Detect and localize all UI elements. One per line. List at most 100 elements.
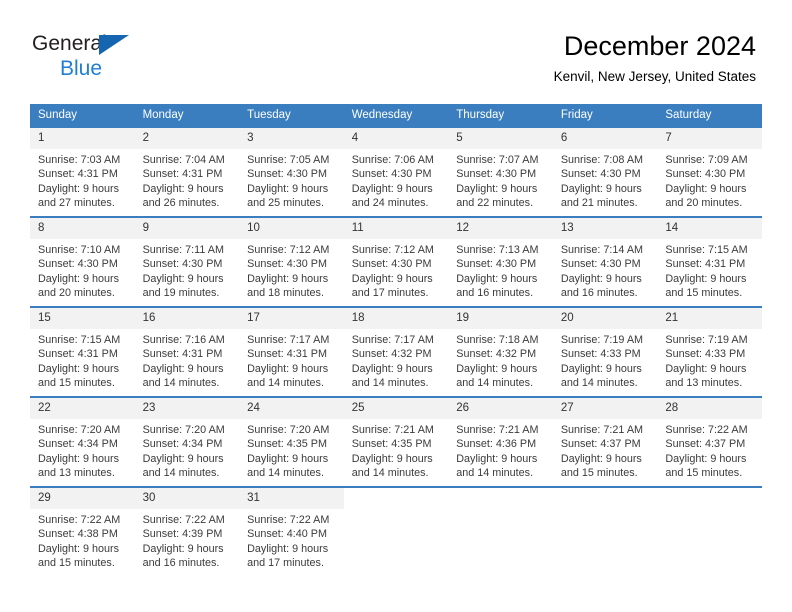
sunset-time: Sunset: 4:39 PM xyxy=(142,528,223,541)
calendar-day-cell[interactable]: 7 Sunrise: 7:09 AM Sunset: 4:30 PM Daylight… xyxy=(657,126,762,217)
sunset-time: Sunset: 4:38 PM xyxy=(38,528,118,541)
calendar-day-cell[interactable]: 18 Sunrise: 7:17 AM Sunset: 4:32 PM Dayligh… xyxy=(343,306,449,397)
page-subtitle: Kenvil, New Jersey, United States xyxy=(553,69,756,84)
day-number: 19 xyxy=(448,308,553,329)
calendar-day-cell[interactable]: 8 Sunrise: 7:10 AM Sunset: 4:30 PM Daylight… xyxy=(30,216,135,307)
day-number: 28 xyxy=(657,398,762,419)
calendar-day-cell[interactable]: 27 Sunrise: 7:21 AM Sunset: 4:37 PM Dayligh… xyxy=(552,396,658,487)
daylight-duration-line2: and 15 minutes. xyxy=(38,556,115,569)
calendar-day-cell[interactable]: 17 Sunrise: 7:17 AM Sunset: 4:31 PM Dayligh… xyxy=(239,306,344,397)
calendar-day-cell[interactable]: 12 Sunrise: 7:13 AM Sunset: 4:30 PM Dayligh… xyxy=(448,216,553,307)
sunrise-time: Sunrise: 7:21 AM xyxy=(456,424,539,436)
sunrise-time: Sunrise: 7:20 AM xyxy=(38,424,121,436)
daylight-duration-line2: and 15 minutes. xyxy=(560,466,638,479)
daylight-duration-line1: Daylight: 9 hours xyxy=(456,362,538,375)
calendar-day-cell[interactable]: 5 Sunrise: 7:07 AM Sunset: 4:30 PM Daylight… xyxy=(448,126,553,217)
day-number: 23 xyxy=(134,398,240,419)
weekday-header-sunday: Sunday xyxy=(30,104,135,127)
weekday-header-friday: Friday xyxy=(552,104,658,127)
sunset-time: Sunset: 4:35 PM xyxy=(351,438,432,451)
calendar-cell-empty xyxy=(552,486,658,576)
day-number xyxy=(343,488,449,509)
sunrise-time: Sunrise: 7:15 AM xyxy=(665,244,748,256)
calendar-day-cell[interactable]: 21 Sunrise: 7:19 AM Sunset: 4:33 PM Dayligh… xyxy=(657,306,762,397)
sunset-time: Sunset: 4:30 PM xyxy=(142,258,223,271)
daylight-duration-line1: Daylight: 9 hours xyxy=(38,182,120,195)
calendar-day-cell[interactable]: 25 Sunrise: 7:21 AM Sunset: 4:35 PM Dayligh… xyxy=(343,396,449,487)
calendar-day-cell[interactable]: 22 Sunrise: 7:20 AM Sunset: 4:34 PM Dayligh… xyxy=(30,396,135,487)
calendar-day-cell[interactable]: 20 Sunrise: 7:19 AM Sunset: 4:33 PM Dayligh… xyxy=(552,306,658,397)
day-sun-info: Sunrise: 7:10 AM Sunset: 4:30 PM Daylight:… xyxy=(30,239,135,300)
daylight-duration-line1: Daylight: 9 hours xyxy=(142,362,224,375)
calendar-day-cell[interactable]: 28 Sunrise: 7:22 AM Sunset: 4:37 PM Dayligh… xyxy=(657,396,762,487)
calendar-header-row: Sunday Monday Tuesday Wednesday Thursday… xyxy=(30,104,762,127)
day-number: 11 xyxy=(343,218,449,239)
daylight-duration-line1: Daylight: 9 hours xyxy=(665,362,747,375)
calendar-day-cell[interactable]: 14 Sunrise: 7:15 AM Sunset: 4:31 PM Dayligh… xyxy=(657,216,762,307)
daylight-duration-line2: and 16 minutes. xyxy=(560,286,638,299)
calendar-day-cell[interactable]: 13 Sunrise: 7:14 AM Sunset: 4:30 PM Dayligh… xyxy=(552,216,658,307)
sunset-time: Sunset: 4:37 PM xyxy=(665,438,746,451)
sunrise-time: Sunrise: 7:12 AM xyxy=(247,244,330,256)
daylight-duration-line1: Daylight: 9 hours xyxy=(142,272,224,285)
daylight-duration-line1: Daylight: 9 hours xyxy=(560,362,642,375)
sunrise-time: Sunrise: 7:12 AM xyxy=(351,244,434,256)
calendar-day-cell[interactable]: 2 Sunrise: 7:04 AM Sunset: 4:31 PM Daylight… xyxy=(134,126,240,217)
daylight-duration-line1: Daylight: 9 hours xyxy=(456,272,538,285)
day-cell-inner: 2 Sunrise: 7:04 AM Sunset: 4:31 PM Daylight… xyxy=(134,128,240,216)
day-number: 7 xyxy=(657,128,762,149)
calendar-week-row: 8 Sunrise: 7:10 AM Sunset: 4:30 PM Daylight… xyxy=(30,216,762,307)
calendar-day-cell[interactable]: 10 Sunrise: 7:12 AM Sunset: 4:30 PM Dayligh… xyxy=(239,216,344,307)
day-number: 29 xyxy=(30,488,135,509)
day-sun-info: Sunrise: 7:13 AM Sunset: 4:30 PM Daylight:… xyxy=(448,239,553,300)
day-sun-info: Sunrise: 7:22 AM Sunset: 4:39 PM Daylight:… xyxy=(135,509,240,570)
calendar-day-cell[interactable]: 6 Sunrise: 7:08 AM Sunset: 4:30 PM Daylight… xyxy=(552,126,658,217)
calendar-day-cell[interactable]: 1 Sunrise: 7:03 AM Sunset: 4:31 PM Daylight… xyxy=(30,126,135,217)
sunrise-time: Sunrise: 7:20 AM xyxy=(142,424,225,436)
daylight-duration-line1: Daylight: 9 hours xyxy=(142,452,224,465)
day-number: 18 xyxy=(343,308,449,329)
calendar-day-cell[interactable]: 24 Sunrise: 7:20 AM Sunset: 4:35 PM Dayligh… xyxy=(239,396,344,487)
day-cell-inner: 4 Sunrise: 7:06 AM Sunset: 4:30 PM Daylight… xyxy=(343,128,449,216)
calendar-day-cell[interactable]: 3 Sunrise: 7:05 AM Sunset: 4:30 PM Daylight… xyxy=(239,126,344,217)
calendar-day-cell[interactable]: 23 Sunrise: 7:20 AM Sunset: 4:34 PM Dayligh… xyxy=(134,396,240,487)
sunrise-time: Sunrise: 7:14 AM xyxy=(560,244,644,256)
calendar-day-cell[interactable]: 31 Sunrise: 7:22 AM Sunset: 4:40 PM Dayligh… xyxy=(239,486,344,576)
day-sun-info: Sunrise: 7:04 AM Sunset: 4:31 PM Daylight:… xyxy=(135,149,240,210)
day-cell-inner: 28 Sunrise: 7:22 AM Sunset: 4:37 PM Dayligh… xyxy=(657,398,762,486)
daylight-duration-line1: Daylight: 9 hours xyxy=(247,452,329,465)
calendar-day-cell[interactable]: 30 Sunrise: 7:22 AM Sunset: 4:39 PM Dayligh… xyxy=(134,486,240,576)
daylight-duration-line2: and 14 minutes. xyxy=(142,466,220,479)
sunset-time: Sunset: 4:30 PM xyxy=(456,258,537,271)
daylight-duration-line1: Daylight: 9 hours xyxy=(665,452,747,465)
calendar-day-cell[interactable]: 16 Sunrise: 7:16 AM Sunset: 4:31 PM Dayligh… xyxy=(134,306,240,397)
day-number: 14 xyxy=(657,218,762,239)
sunset-time: Sunset: 4:37 PM xyxy=(560,438,641,451)
day-sun-info: Sunrise: 7:03 AM Sunset: 4:31 PM Daylight:… xyxy=(30,149,135,210)
calendar-day-cell[interactable]: 19 Sunrise: 7:18 AM Sunset: 4:32 PM Dayligh… xyxy=(448,306,553,397)
calendar-day-cell[interactable]: 4 Sunrise: 7:06 AM Sunset: 4:30 PM Daylight… xyxy=(343,126,449,217)
calendar-day-cell[interactable]: 9 Sunrise: 7:11 AM Sunset: 4:30 PM Daylight… xyxy=(134,216,240,307)
day-sun-info: Sunrise: 7:05 AM Sunset: 4:30 PM Daylight:… xyxy=(239,149,344,210)
calendar-day-cell[interactable]: 29 Sunrise: 7:22 AM Sunset: 4:38 PM Dayligh… xyxy=(30,486,135,576)
day-cell-inner: 11 Sunrise: 7:12 AM Sunset: 4:30 PM Dayligh… xyxy=(343,218,449,306)
day-number: 8 xyxy=(30,218,135,239)
daylight-duration-line1: Daylight: 9 hours xyxy=(38,272,120,285)
day-sun-info: Sunrise: 7:21 AM Sunset: 4:37 PM Daylight:… xyxy=(553,419,658,480)
daylight-duration-line1: Daylight: 9 hours xyxy=(38,452,120,465)
calendar-week-row: 1 Sunrise: 7:03 AM Sunset: 4:31 PM Daylight… xyxy=(30,126,762,217)
day-cell-inner: 7 Sunrise: 7:09 AM Sunset: 4:30 PM Daylight… xyxy=(657,128,762,216)
sunset-time: Sunset: 4:34 PM xyxy=(38,438,118,451)
daylight-duration-line2: and 14 minutes. xyxy=(456,466,534,479)
day-cell-inner: 19 Sunrise: 7:18 AM Sunset: 4:32 PM Dayligh… xyxy=(448,308,553,396)
sunrise-time: Sunrise: 7:08 AM xyxy=(560,154,644,166)
day-cell-inner: 21 Sunrise: 7:19 AM Sunset: 4:33 PM Dayligh… xyxy=(657,308,762,396)
daylight-duration-line1: Daylight: 9 hours xyxy=(38,362,120,375)
sunrise-time: Sunrise: 7:16 AM xyxy=(142,334,225,346)
day-sun-info: Sunrise: 7:12 AM Sunset: 4:30 PM Daylight:… xyxy=(344,239,449,300)
calendar-day-cell[interactable]: 15 Sunrise: 7:15 AM Sunset: 4:31 PM Dayligh… xyxy=(30,306,135,397)
sunrise-time: Sunrise: 7:18 AM xyxy=(456,334,539,346)
daylight-duration-line2: and 21 minutes. xyxy=(560,196,638,209)
calendar-day-cell[interactable]: 26 Sunrise: 7:21 AM Sunset: 4:36 PM Dayligh… xyxy=(448,396,553,487)
calendar-day-cell[interactable]: 11 Sunrise: 7:12 AM Sunset: 4:30 PM Dayligh… xyxy=(343,216,449,307)
